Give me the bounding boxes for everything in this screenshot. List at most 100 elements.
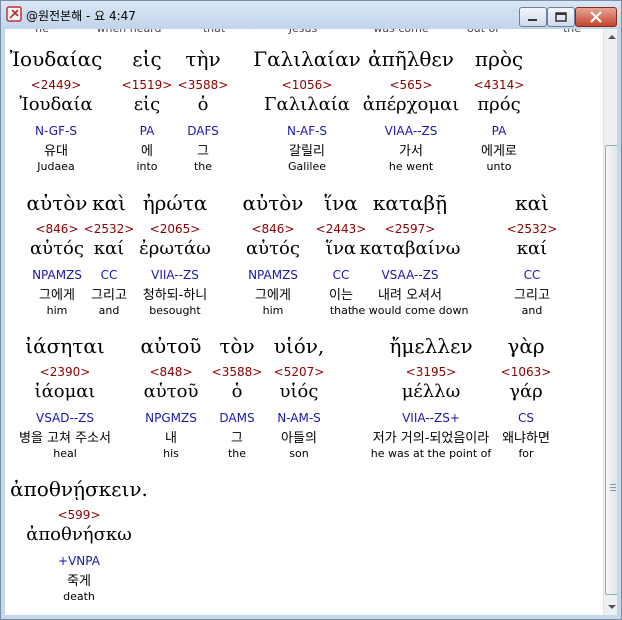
lemma: ὁ [197, 94, 209, 115]
korean-gloss: 그에게 [39, 288, 75, 303]
minimize-icon [528, 19, 537, 21]
strong-number: <599> [57, 508, 101, 522]
korean-gloss: 가서 [399, 144, 423, 159]
english-gloss: he went [388, 160, 434, 173]
english-gloss: besought [149, 304, 201, 317]
word-block[interactable]: καὶ <2532> καί CC 그리고 and [84, 191, 135, 317]
parsing-code: DAMS [219, 411, 255, 425]
parsing-code: NPAMZS [32, 268, 82, 282]
parsing-code: N-AM-S [277, 411, 321, 425]
lemma: αὐτός [30, 238, 84, 259]
parsing-code: VSAD--ZS [36, 411, 94, 425]
lemma: μέλλω [401, 381, 461, 402]
lemma: πρός [477, 94, 521, 115]
korean-gloss: 내려 오셔서 [378, 288, 442, 303]
english-gloss: the [227, 447, 247, 460]
word-block[interactable]: πρὸς <4314> πρός PA 에게로 unto [474, 47, 525, 173]
scroll-down-button[interactable] [604, 599, 617, 615]
greek-word: καταβῇ [372, 191, 448, 215]
korean-gloss: 청하되-하니 [142, 288, 208, 303]
strong-number: <2065> [149, 222, 201, 236]
word-block[interactable]: αὐτοῦ <848> αὑτοῦ NPGMZS 내 his [141, 334, 202, 460]
greek-word: ἀπῆλθεν [368, 47, 454, 71]
close-button[interactable] [575, 7, 617, 27]
english-gloss: Judaea [37, 160, 75, 173]
strong-number: <846> [35, 222, 79, 236]
english-gloss: and [98, 304, 120, 317]
clipped-gloss-text: Jesus [289, 29, 317, 35]
english-gloss: him [262, 304, 284, 317]
vertical-scrollbar[interactable] [603, 29, 617, 615]
word-block[interactable]: τὸν <3588> ὁ DAMS 그 the [212, 334, 263, 460]
english-gloss: heal [53, 447, 77, 460]
lemma: ἰάομαι [34, 381, 96, 402]
clipped-gloss: Jesus [258, 29, 348, 36]
korean-gloss: 내 [165, 431, 177, 446]
maximize-button[interactable] [547, 7, 575, 27]
korean-gloss: 아들의 [281, 431, 317, 446]
parsing-code: VSAA--ZS [381, 268, 439, 282]
minimize-button[interactable] [519, 7, 547, 27]
korean-gloss: 그리고 [514, 288, 550, 303]
clipped-gloss: he [5, 29, 87, 36]
greek-word: αὐτὸν [242, 191, 304, 215]
word-block[interactable]: τὴν <3588> ὁ DAFS 그 the [178, 47, 229, 173]
lemma: εἰς [133, 94, 161, 115]
word-block[interactable]: ἀποθνῄσκειν. <599> ἀποθνήσκω +VNPA 죽게 death [10, 477, 148, 603]
lemma: ἀποθνήσκω [26, 524, 132, 545]
strong-number: <2532> [506, 222, 558, 236]
parsing-code: N-GF-S [35, 124, 77, 138]
greek-word: τὸν [219, 334, 255, 358]
parsing-code: N-AF-S [286, 124, 328, 138]
korean-gloss: 유대 [44, 144, 68, 159]
english-gloss: Galilee [288, 160, 326, 173]
word-block[interactable]: Ἰουδαίας <2449> Ἰουδαία N-GF-S 유대 Judaea [10, 47, 103, 173]
clipped-gloss: was come [356, 29, 446, 36]
word-block[interactable]: Γαλιλαίαν <1056> Γαλιλαία N-AF-S 갈릴리 Galilee [253, 47, 361, 173]
korean-gloss: 에 [141, 144, 153, 159]
lemma: ὁ [231, 381, 243, 402]
word-block[interactable]: αὐτὸν <846> αὐτός NPAMZS 그에게 him [27, 191, 88, 317]
greek-word: υἱόν, [273, 334, 325, 358]
clipped-gloss: when heard [84, 29, 174, 36]
clipped-gloss-text: when heard [97, 29, 162, 35]
word-block[interactable]: εἰς <1519> εἰς PA 에 into [122, 47, 173, 173]
strong-number: <2390> [39, 365, 91, 379]
korean-gloss: 그리고 [91, 288, 127, 303]
korean-gloss: 죽게 [67, 574, 91, 589]
word-block[interactable]: ἠρώτα <2065> ἐρωτάω VIIA--ZS 청하되-하니 besought [139, 191, 211, 317]
word-block[interactable]: ἤμελλεν <3195> μέλλω VIIA--ZS+ 저가 거의-되었음이라 he… [371, 334, 491, 460]
strong-number: <1056> [281, 78, 333, 92]
word-block[interactable]: καὶ <2532> καί CC 그리고 and [507, 191, 558, 317]
lemma: καί [93, 238, 125, 259]
strong-number: <1063> [500, 365, 552, 379]
triangle-up-icon [608, 35, 616, 39]
word-block[interactable]: υἱόν, <5207> υἱός N-AM-S 아들의 son [274, 334, 325, 460]
english-gloss: unto [486, 160, 512, 173]
maximize-icon [555, 12, 567, 22]
grip-icon [610, 484, 616, 492]
close-icon [590, 11, 602, 23]
word-block[interactable]: ἰάσηται <2390> ἰάομαι VSAD--ZS 병을 고쳐 주소서 heal [19, 334, 111, 460]
word-block[interactable]: καταβῇ <2597> καταβαίνω VSAA--ZS 내려 오셔서 he wo… [352, 191, 469, 317]
scrollbar-thumb[interactable] [605, 145, 617, 595]
english-gloss: him [46, 304, 68, 317]
greek-word: γὰρ [507, 334, 545, 358]
word-block[interactable]: ἀπῆλθεν <565> ἀπέρχομαι VIAA--ZS 가서 he went [363, 47, 460, 173]
clipped-gloss: out of [438, 29, 528, 36]
greek-word: πρὸς [474, 47, 524, 71]
greek-word: καὶ [515, 191, 549, 215]
english-gloss: he would come down [351, 304, 469, 317]
strong-number: <1519> [121, 78, 173, 92]
word-block[interactable]: αὐτὸν <846> αὐτός NPAMZS 그에게 him [243, 191, 304, 317]
korean-gloss: 왜냐하면 [502, 431, 550, 446]
word-block[interactable]: γὰρ <1063> γάρ CS 왜냐하면 for [501, 334, 552, 460]
greek-word: εἰς [132, 47, 162, 71]
parsing-code: VIIA--ZS+ [402, 411, 460, 425]
parsing-code: CC [523, 268, 541, 282]
strong-number: <3195> [405, 365, 457, 379]
scroll-up-button[interactable] [604, 29, 617, 45]
title-bar[interactable]: @원전본해 - 요 4:47 [1, 1, 621, 29]
verse-analysis-pane: he when heard that Jesus was come out of the Ἰ… [5, 29, 617, 615]
strong-number: <2449> [30, 78, 82, 92]
